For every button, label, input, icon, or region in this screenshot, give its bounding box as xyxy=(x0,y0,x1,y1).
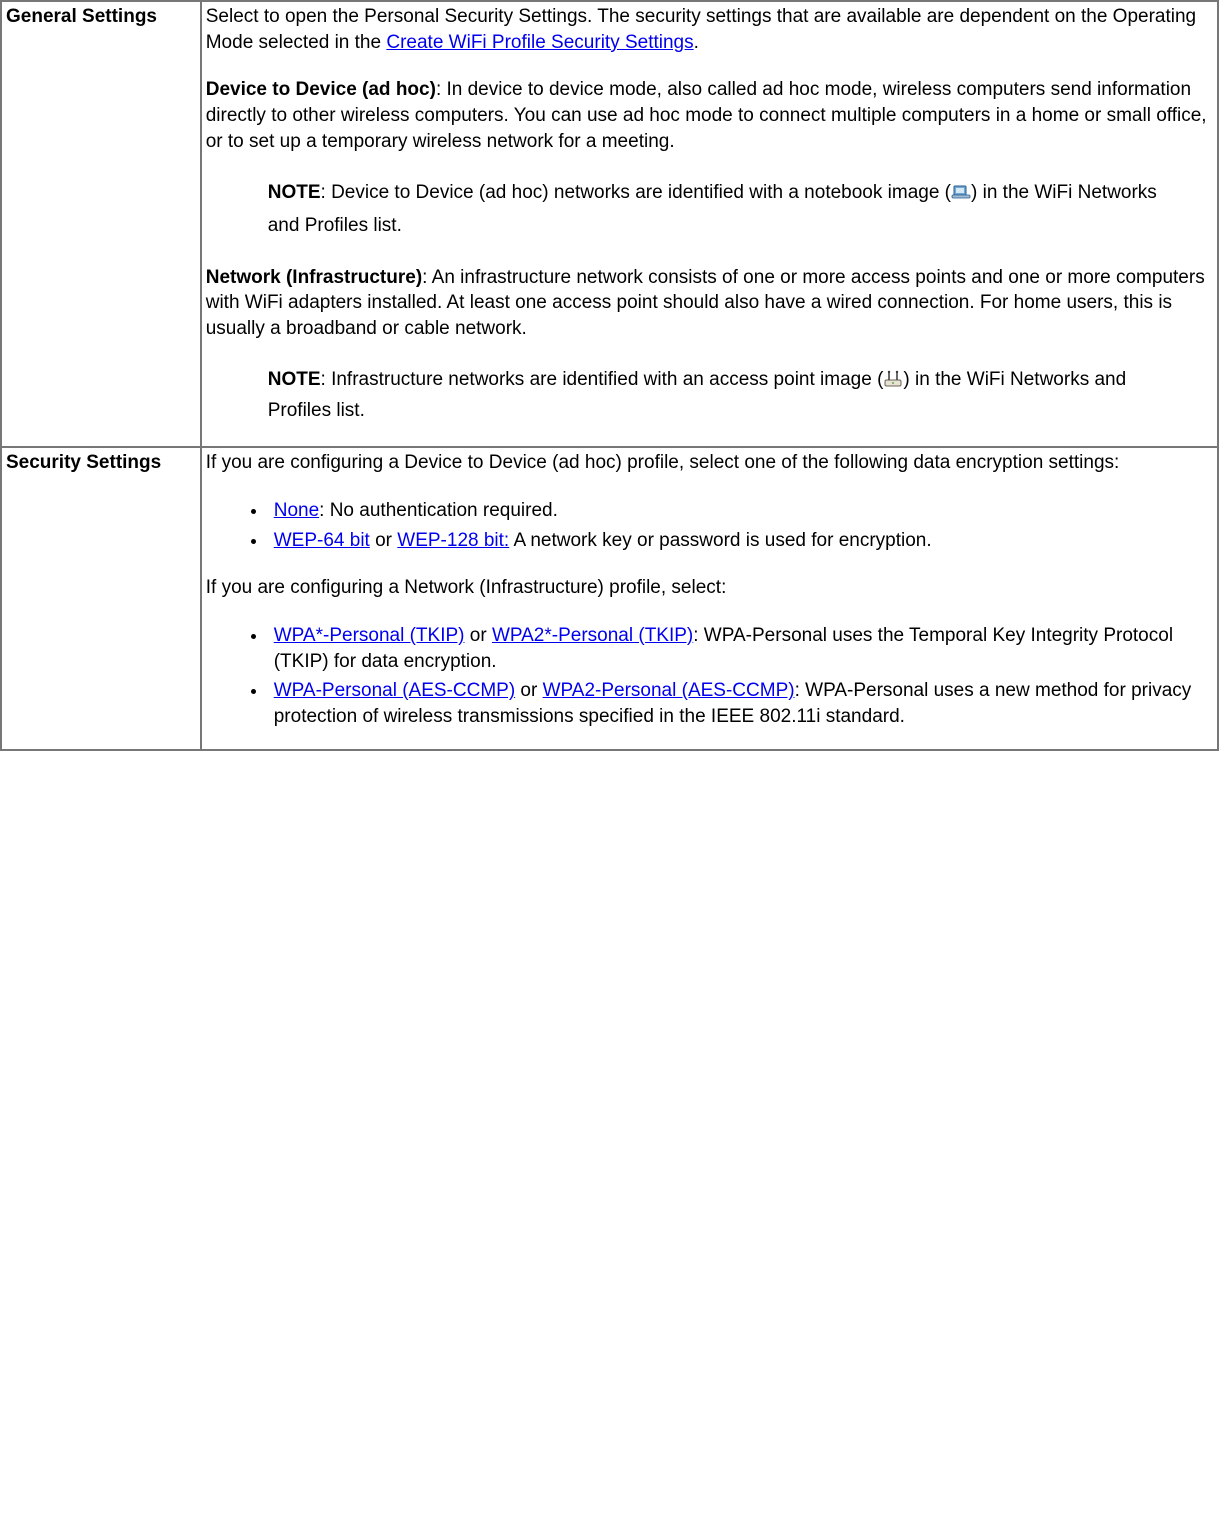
wep-mid: or xyxy=(370,530,397,551)
infrastructure-note-label: NOTE xyxy=(268,369,321,390)
security-settings-label: Security Settings xyxy=(1,447,201,750)
adhoc-note-block: NOTE: Device to Device (ad hoc) networks… xyxy=(268,176,1213,243)
row-security-settings: Security Settings If you are configuring… xyxy=(1,447,1218,750)
infrastructure-heading: Network (Infrastructure) xyxy=(206,267,422,288)
infrastructure-paragraph: Network (Infrastructure): An infrastruct… xyxy=(206,265,1213,342)
adhoc-heading: Device to Device (ad hoc) xyxy=(206,79,436,100)
security-adhoc-list: None: No authentication required. WEP-64… xyxy=(206,498,1213,553)
security-infra-list: WPA*-Personal (TKIP) or WPA2*-Personal (… xyxy=(206,623,1213,730)
general-intro-text-post: . xyxy=(694,32,699,53)
adhoc-paragraph: Device to Device (ad hoc): In device to … xyxy=(206,77,1213,154)
wpa-personal-tkip-link[interactable]: WPA*-Personal (TKIP) xyxy=(274,625,465,646)
wep-64-link[interactable]: WEP-64 bit xyxy=(274,530,370,551)
wpa2-personal-tkip-link[interactable]: WPA2*-Personal (TKIP) xyxy=(492,625,693,646)
list-item: WPA-Personal (AES-CCMP) or WPA2-Personal… xyxy=(268,678,1213,729)
adhoc-note-pre: : Device to Device (ad hoc) networks are… xyxy=(321,182,951,203)
wpa-aes-mid: or xyxy=(515,680,542,701)
security-infra-intro: If you are configuring a Network (Infras… xyxy=(206,575,1213,601)
wpa2-personal-aes-link[interactable]: WPA2-Personal (AES-CCMP) xyxy=(543,680,795,701)
list-item: WPA*-Personal (TKIP) or WPA2*-Personal (… xyxy=(268,623,1213,674)
list-item: WEP-64 bit or WEP-128 bit: A network key… xyxy=(268,528,1213,554)
infrastructure-note-pre: : Infrastructure networks are identified… xyxy=(321,369,884,390)
infrastructure-note-block: NOTE: Infrastructure networks are identi… xyxy=(268,364,1213,427)
list-item: None: No authentication required. xyxy=(268,498,1213,524)
wep-desc: A network key or password is used for en… xyxy=(509,530,931,551)
notebook-icon xyxy=(951,180,971,200)
none-desc: : No authentication required. xyxy=(319,500,558,521)
general-settings-label: General Settings xyxy=(1,1,201,447)
adhoc-note-label: NOTE xyxy=(268,182,321,203)
wep-128-link[interactable]: WEP-128 bit: xyxy=(397,530,509,551)
row-general-settings: General Settings Select to open the Pers… xyxy=(1,1,1218,447)
wpa-personal-aes-link[interactable]: WPA-Personal (AES-CCMP) xyxy=(274,680,515,701)
wpa-tkip-mid: or xyxy=(464,625,491,646)
general-settings-content: Select to open the Personal Security Set… xyxy=(201,1,1218,447)
security-settings-content: If you are configuring a Device to Devic… xyxy=(201,447,1218,750)
settings-table: General Settings Select to open the Pers… xyxy=(0,0,1219,751)
general-intro-paragraph: Select to open the Personal Security Set… xyxy=(206,4,1213,55)
none-link[interactable]: None xyxy=(274,500,319,521)
create-wifi-profile-security-settings-link[interactable]: Create WiFi Profile Security Settings xyxy=(386,32,693,53)
access-point-icon xyxy=(883,368,903,388)
general-intro-text-pre: Select to open the Personal Security Set… xyxy=(206,6,1196,53)
security-adhoc-intro: If you are configuring a Device to Devic… xyxy=(206,450,1213,476)
